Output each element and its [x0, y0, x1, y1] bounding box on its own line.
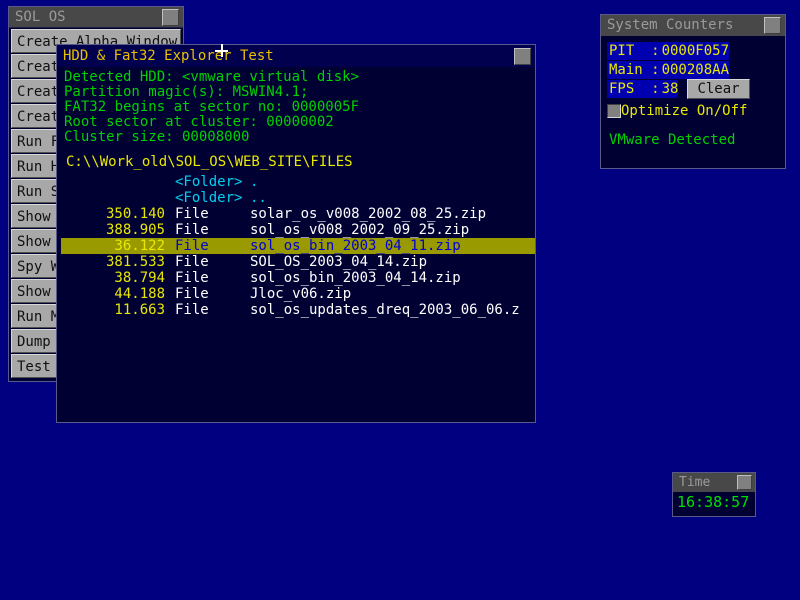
file-type: <Folder>: [175, 190, 243, 206]
list-item[interactable]: 44.188 File Jloc_v06.zip: [61, 286, 535, 302]
counter-row-pit: PIT :0000F057: [607, 42, 785, 60]
time-titlebar[interactable]: Time: [673, 473, 755, 492]
list-item-selected[interactable]: 36.122 File sol_os_bin_2003_04_11.zip: [61, 238, 535, 254]
clear-button[interactable]: Clear: [687, 79, 750, 99]
hdd-explorer-content: Detected HDD: <vmware virtual disk> Part…: [57, 67, 535, 318]
list-item[interactable]: 381.533 File SOL_OS_2003_04_14.zip: [61, 254, 535, 270]
list-item[interactable]: <Folder> .: [61, 174, 535, 190]
info-fat32-sector: FAT32 begins at sector no: 0000005F: [64, 99, 360, 115]
counter-main-value: 000208AA: [659, 61, 730, 79]
counter-main: Main :: [607, 61, 660, 79]
file-name: sol_os_v008_2002_09_25.zip: [250, 222, 470, 238]
system-counters-title: System Counters: [607, 17, 734, 33]
info-partition-magic: Partition magic(s): MSWIN4.1;: [64, 84, 309, 100]
file-type: File: [175, 302, 209, 318]
sol-os-title: SOL OS: [15, 8, 66, 25]
optimize-label: Optimize On/Off: [621, 103, 748, 119]
file-name: SOL_OS_2003_04_14.zip: [250, 254, 428, 270]
sol-os-titlebar[interactable]: SOL OS: [9, 7, 183, 28]
hdd-explorer-titlebar[interactable]: HDD & Fat32 Explorer Test: [57, 45, 535, 67]
file-name: ..: [250, 190, 267, 206]
system-counters-content: PIT :0000F057 Main :000208AA FPS :38 Cle…: [601, 36, 785, 148]
time-value: 16:38:57: [677, 493, 750, 511]
file-type: File: [175, 238, 209, 254]
system-counters-titlebar[interactable]: System Counters: [601, 15, 785, 36]
info-detected-hdd: Detected HDD: <vmware virtual disk>: [64, 69, 360, 85]
counter-row-main: Main :000208AA: [607, 61, 785, 79]
file-name: sol_os_bin_2003_04_14.zip: [250, 270, 461, 286]
file-type: File: [175, 270, 209, 286]
current-path: C:\\Work_old\SOL_OS\WEB_SITE\FILES: [66, 154, 353, 170]
file-size: 381.533: [105, 254, 165, 270]
file-name: Jloc_v06.zip: [250, 286, 352, 302]
system-counters-window[interactable]: System Counters PIT :0000F057 Main :0002…: [600, 14, 786, 169]
hdd-explorer-window[interactable]: HDD & Fat32 Explorer Test Detected HDD: …: [56, 44, 536, 423]
file-name: .: [250, 174, 259, 190]
file-type: File: [175, 286, 209, 302]
counter-fps-value: 38: [659, 80, 679, 98]
info-root-sector: Root sector at cluster: 00000002: [64, 114, 334, 130]
counter-pit: PIT :: [607, 42, 660, 60]
counter-pit-value: 0000F057: [659, 42, 730, 60]
close-icon[interactable]: [162, 8, 179, 26]
file-type: File: [175, 222, 209, 238]
file-size: 36.122: [114, 238, 165, 254]
close-icon[interactable]: [764, 17, 781, 34]
optimize-toggle-row[interactable]: Optimize On/Off: [607, 103, 785, 119]
file-type: <Folder>: [175, 174, 243, 190]
time-title: Time: [679, 475, 711, 490]
file-size: 11.663: [114, 302, 165, 318]
file-type: File: [175, 254, 209, 270]
list-item[interactable]: 388.905 File sol_os_v008_2002_09_25.zip: [61, 222, 535, 238]
list-item[interactable]: 38.794 File sol_os_bin_2003_04_14.zip: [61, 270, 535, 286]
file-size: [61, 174, 168, 190]
time-window[interactable]: Time 16:38:57: [672, 472, 756, 517]
file-size: 44.188: [114, 286, 165, 302]
file-size: 38.794: [114, 270, 165, 286]
file-type: File: [175, 206, 209, 222]
file-name: sol_os_bin_2003_04_11.zip: [250, 238, 461, 254]
close-icon[interactable]: [514, 47, 531, 65]
file-size: [61, 190, 168, 206]
file-size: 350.140: [105, 206, 165, 222]
counter-fps: FPS :: [607, 80, 660, 98]
hdd-explorer-title: HDD & Fat32 Explorer Test: [63, 48, 274, 64]
info-cluster-size: Cluster size: 00008000: [64, 129, 250, 145]
list-item[interactable]: 11.663 File sol_os_updates_dreq_2003_06_…: [61, 302, 535, 318]
close-icon[interactable]: [737, 475, 752, 490]
file-name: solar_os_v008_2002_08_25.zip: [250, 206, 487, 222]
list-item[interactable]: 350.140 File solar_os_v008_2002_08_25.zi…: [61, 206, 535, 222]
counter-row-fps: FPS :38 Clear: [607, 79, 785, 99]
file-listing[interactable]: <Folder> . <Folder> .. 350.140 File sola…: [61, 174, 535, 318]
file-size: 388.905: [105, 222, 165, 238]
list-item[interactable]: <Folder> ..: [61, 190, 535, 206]
optimize-checkbox[interactable]: [607, 104, 621, 118]
vmware-status: VMware Detected: [609, 132, 736, 148]
file-name: sol_os_updates_dreq_2003_06_06.z: [250, 302, 520, 318]
